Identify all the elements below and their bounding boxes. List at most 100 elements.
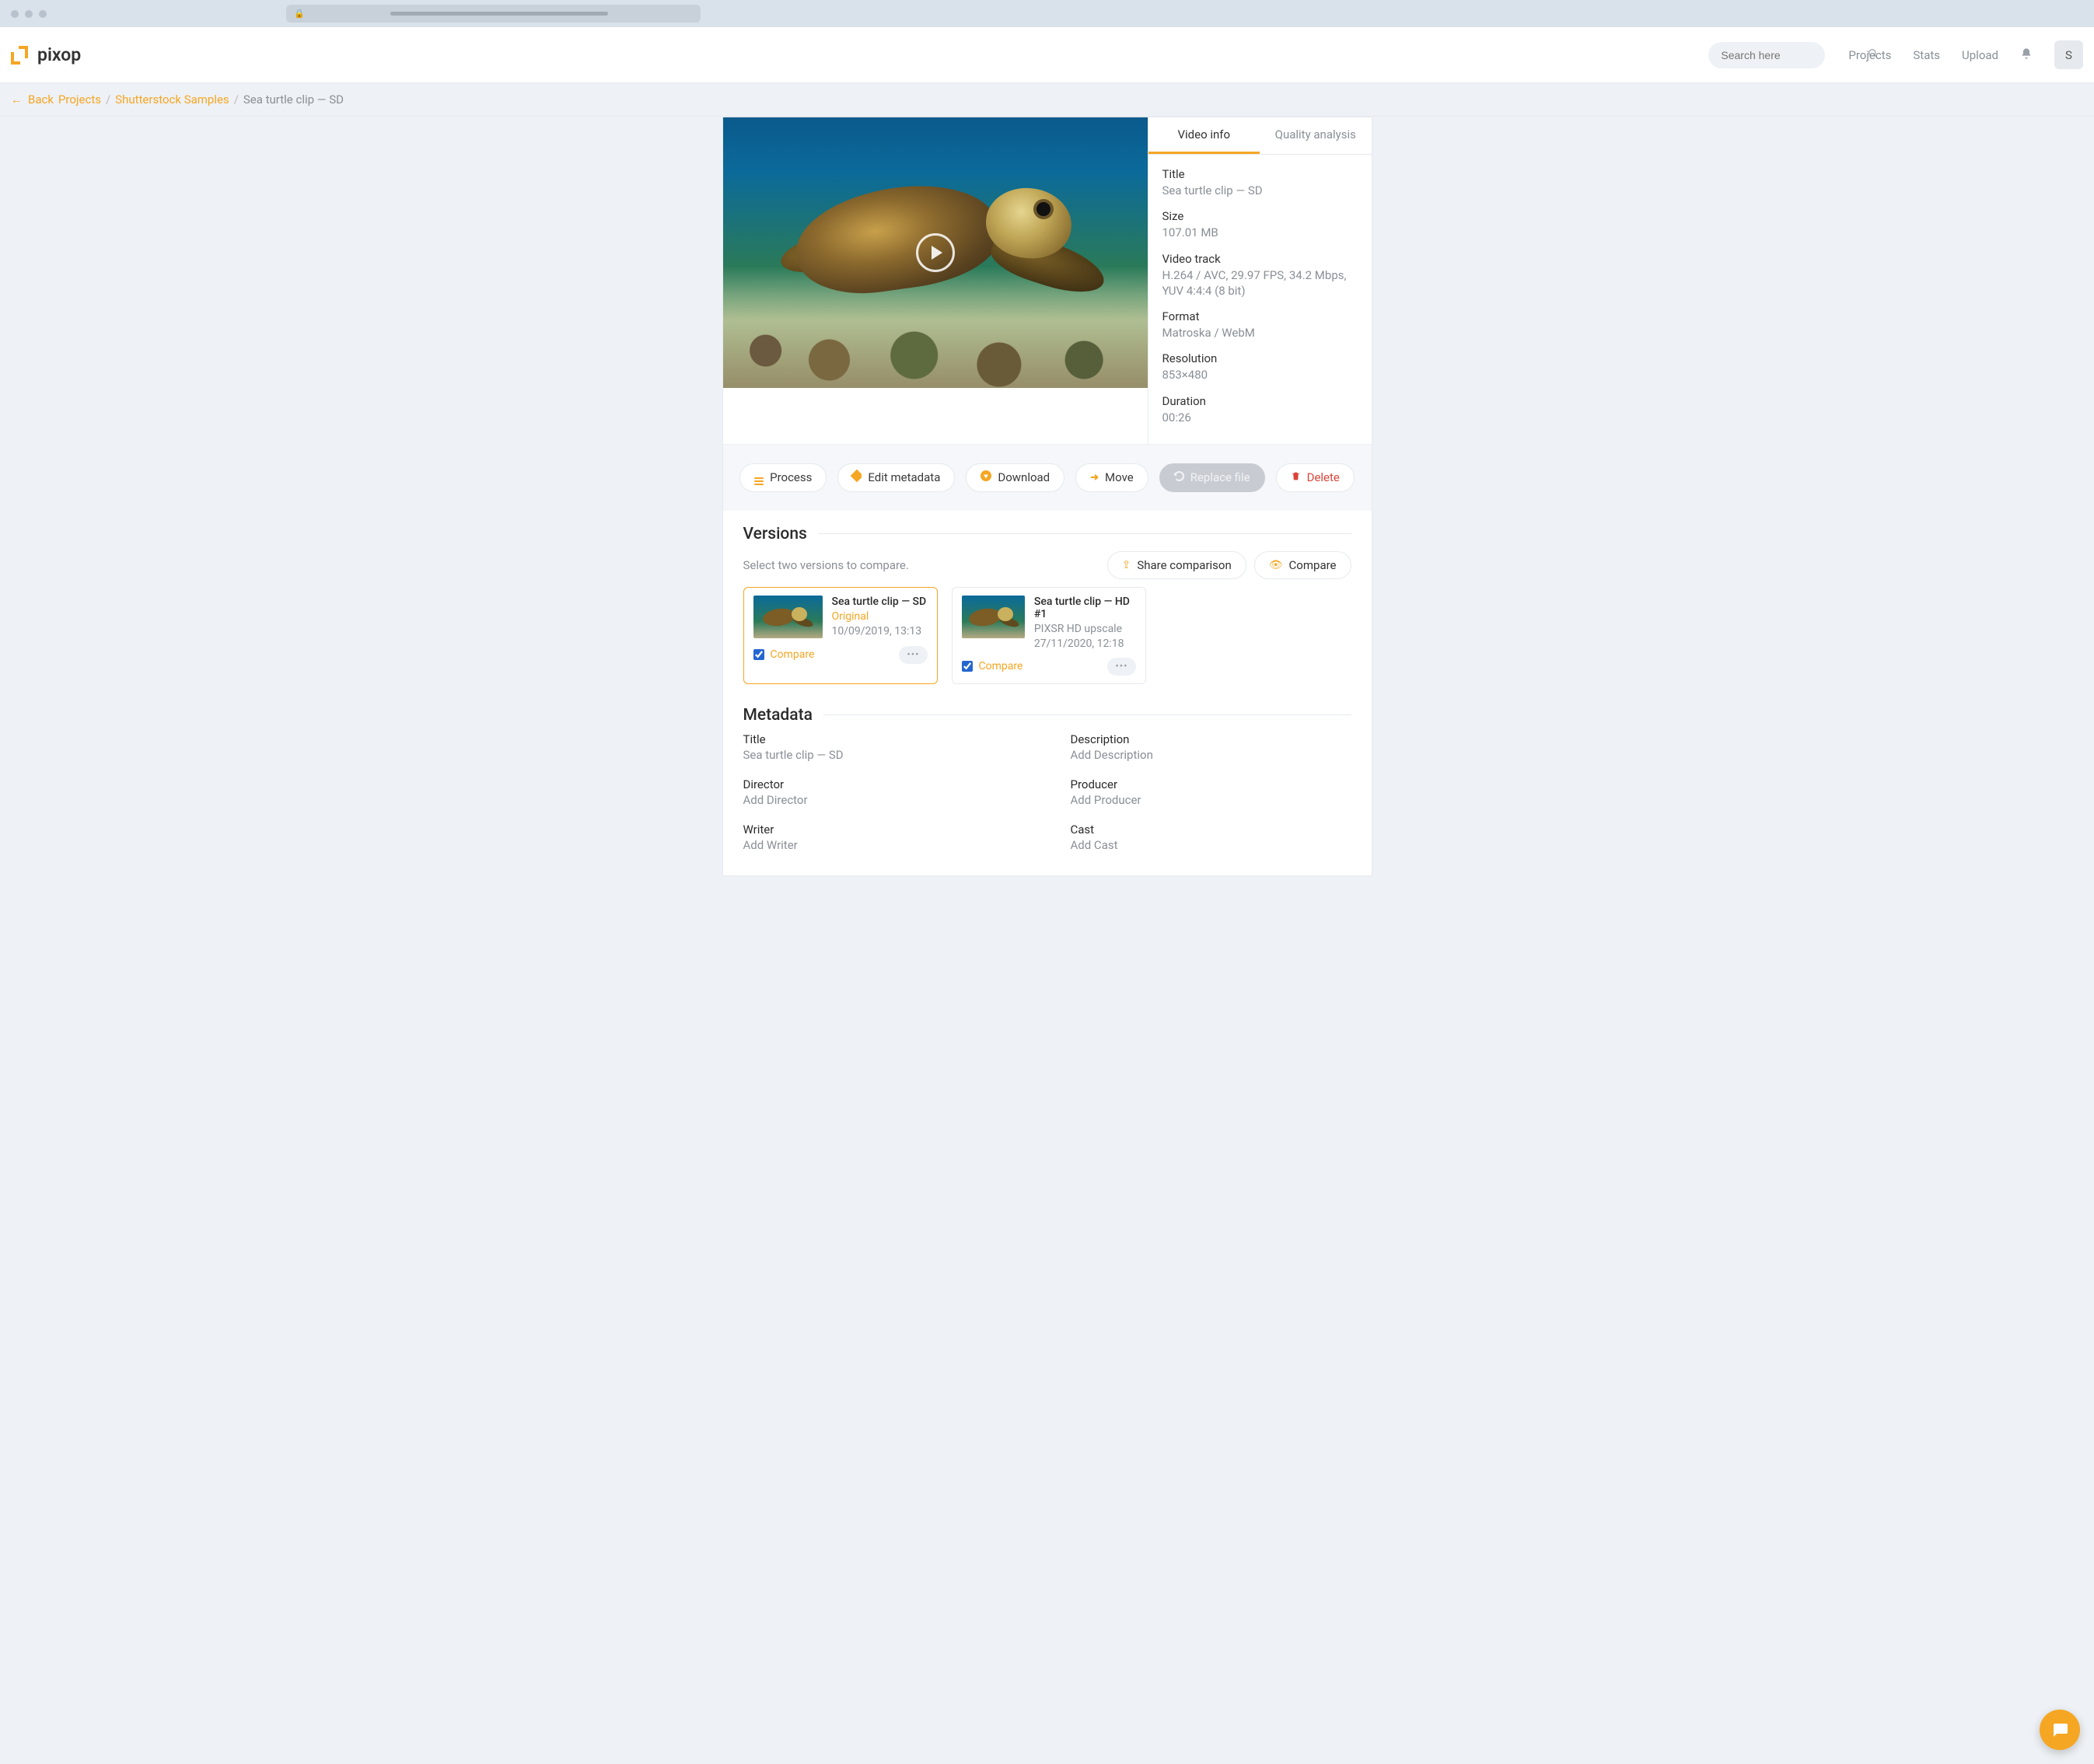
compare-btn-label: Compare xyxy=(1289,558,1337,572)
delete-label: Delete xyxy=(1307,470,1340,484)
version-thumbnail xyxy=(753,596,823,638)
search-box[interactable] xyxy=(1708,42,1825,68)
browser-chrome: 🔒 xyxy=(0,0,2094,27)
metadata-item[interactable]: CastAdd Cast xyxy=(1071,823,1351,852)
versions-subtitle: Select two versions to compare. xyxy=(743,558,1107,572)
metadata-heading: Metadata xyxy=(743,706,813,725)
version-more-button[interactable]: ••• xyxy=(899,646,927,664)
nav-projects[interactable]: Projects xyxy=(1848,48,1891,62)
version-card[interactable]: Sea turtle clip — SD Original 10/09/2019… xyxy=(743,587,938,684)
metadata-item[interactable]: WriterAdd Writer xyxy=(743,823,1024,852)
compare-checkbox[interactable] xyxy=(753,649,764,660)
version-card[interactable]: Sea turtle clip — HD #1 PIXSR HD upscale… xyxy=(952,587,1146,684)
chat-icon xyxy=(2050,1720,2069,1739)
trash-icon xyxy=(1291,471,1301,484)
edit-metadata-button[interactable]: Edit metadata xyxy=(837,463,955,492)
version-title: Sea turtle clip — SD xyxy=(832,596,927,608)
info-dur-value: 00:26 xyxy=(1162,410,1358,425)
nav-stats[interactable]: Stats xyxy=(1913,48,1940,62)
metadata-value: Add Director xyxy=(743,793,1024,807)
metadata-label: Description xyxy=(1071,732,1351,746)
metadata-item[interactable]: ProducerAdd Producer xyxy=(1071,777,1351,807)
back-arrow-icon: ← xyxy=(11,93,22,107)
info-format-label: Format xyxy=(1162,309,1358,323)
process-label: Process xyxy=(770,470,812,484)
move-button[interactable]: ➜ Move xyxy=(1075,463,1148,492)
avatar[interactable]: S xyxy=(2054,40,2083,69)
info-track-label: Video track xyxy=(1162,252,1358,266)
brand-name: pixop xyxy=(37,44,81,65)
process-icon xyxy=(754,470,764,485)
share-comparison-button[interactable]: ⇪Share comparison xyxy=(1107,551,1246,579)
version-timestamp: 27/11/2020, 12:18 xyxy=(1034,637,1136,650)
download-label: Download xyxy=(998,470,1050,484)
info-panel: Video info Quality analysis TitleSea tur… xyxy=(1148,117,1372,444)
play-icon[interactable] xyxy=(916,233,955,272)
info-dur-label: Duration xyxy=(1162,394,1358,408)
metadata-value: Sea turtle clip — SD xyxy=(743,748,1024,762)
metadata-value: Add Cast xyxy=(1071,838,1351,852)
version-tag: Original xyxy=(832,610,927,623)
move-icon: ➜ xyxy=(1090,472,1099,484)
share-icon: ⇪ xyxy=(1122,559,1131,571)
version-tag: PIXSR HD upscale xyxy=(1034,623,1136,635)
metadata-label: Writer xyxy=(743,823,1024,837)
breadcrumb-projects[interactable]: Projects xyxy=(58,93,101,107)
video-thumbnail-art xyxy=(780,141,1106,320)
window-dot xyxy=(39,10,47,18)
metadata-section: Metadata Title Sea turtle clip — SD Descri… xyxy=(723,692,1372,875)
window-dot xyxy=(25,10,33,18)
brand-logo[interactable]: pixop xyxy=(11,44,81,65)
delete-button[interactable]: Delete xyxy=(1276,463,1355,492)
compare-label: Compare xyxy=(979,660,1023,672)
breadcrumb-folder[interactable]: Shutterstock Samples xyxy=(115,93,229,107)
metadata-item[interactable]: Description Add Description xyxy=(1071,732,1351,762)
metadata-value: Add Description xyxy=(1071,748,1351,762)
app-header: pixop Projects Stats Upload S xyxy=(0,27,2094,83)
compare-button[interactable]: 👁 Compare xyxy=(1254,551,1351,579)
action-bar: Process Edit metadata Download ➜ Move Rep… xyxy=(723,444,1372,511)
metadata-value: Add Producer xyxy=(1071,793,1351,807)
download-button[interactable]: Download xyxy=(966,463,1064,492)
replace-file-button: Replace file xyxy=(1159,463,1265,492)
metadata-label: Title xyxy=(743,732,1024,746)
chat-fab[interactable] xyxy=(2040,1710,2080,1750)
search-input[interactable] xyxy=(1721,49,1862,61)
metadata-item[interactable]: Director Add Director xyxy=(743,777,1024,807)
info-size-label: Size xyxy=(1162,209,1358,223)
nav-upload[interactable]: Upload xyxy=(1962,48,1998,62)
info-format-value: Matroska / WebM xyxy=(1162,325,1358,341)
versions-section: Versions Select two versions to compare.… xyxy=(723,511,1372,692)
info-res-value: 853×480 xyxy=(1162,367,1358,382)
metadata-label: Director xyxy=(743,777,1024,791)
breadcrumb-sep: / xyxy=(234,93,239,107)
edit-label: Edit metadata xyxy=(868,470,940,484)
replace-label: Replace file xyxy=(1190,470,1250,484)
address-bar[interactable]: 🔒 xyxy=(286,5,701,23)
version-compare-toggle[interactable]: Compare xyxy=(753,648,815,661)
process-button[interactable]: Process xyxy=(739,463,827,492)
breadcrumb: ← Back Projects / Shutterstock Samples /… xyxy=(0,83,2094,117)
address-placeholder xyxy=(390,12,608,16)
compare-checkbox[interactable] xyxy=(962,661,973,672)
bell-icon[interactable] xyxy=(2020,47,2033,63)
info-track-value: H.264 / AVC, 29.97 FPS, 34.2 Mbps, YUV 4… xyxy=(1162,267,1358,299)
version-compare-toggle[interactable]: Compare xyxy=(962,660,1023,672)
move-label: Move xyxy=(1105,470,1134,484)
window-dot xyxy=(11,10,19,18)
tab-video-info[interactable]: Video info xyxy=(1148,117,1260,154)
eye-icon: 👁 xyxy=(1269,559,1283,571)
metadata-item[interactable]: Title Sea turtle clip — SD xyxy=(743,732,1024,762)
version-thumbnail xyxy=(962,596,1025,638)
tab-quality-analysis[interactable]: Quality analysis xyxy=(1260,117,1372,154)
version-more-button[interactable]: ••• xyxy=(1107,658,1135,676)
breadcrumb-back[interactable]: Back xyxy=(28,93,54,107)
top-nav: Projects Stats Upload S xyxy=(1848,40,2083,69)
info-title-value: Sea turtle clip — SD xyxy=(1162,183,1358,198)
lock-icon: 🔒 xyxy=(294,9,305,19)
main-panel: Video info Quality analysis Title Sea tur… xyxy=(722,117,1372,876)
compare-label: Compare xyxy=(771,648,815,661)
metadata-value: Add Writer xyxy=(743,838,1024,852)
video-player[interactable] xyxy=(723,117,1148,388)
download-icon xyxy=(981,470,991,484)
